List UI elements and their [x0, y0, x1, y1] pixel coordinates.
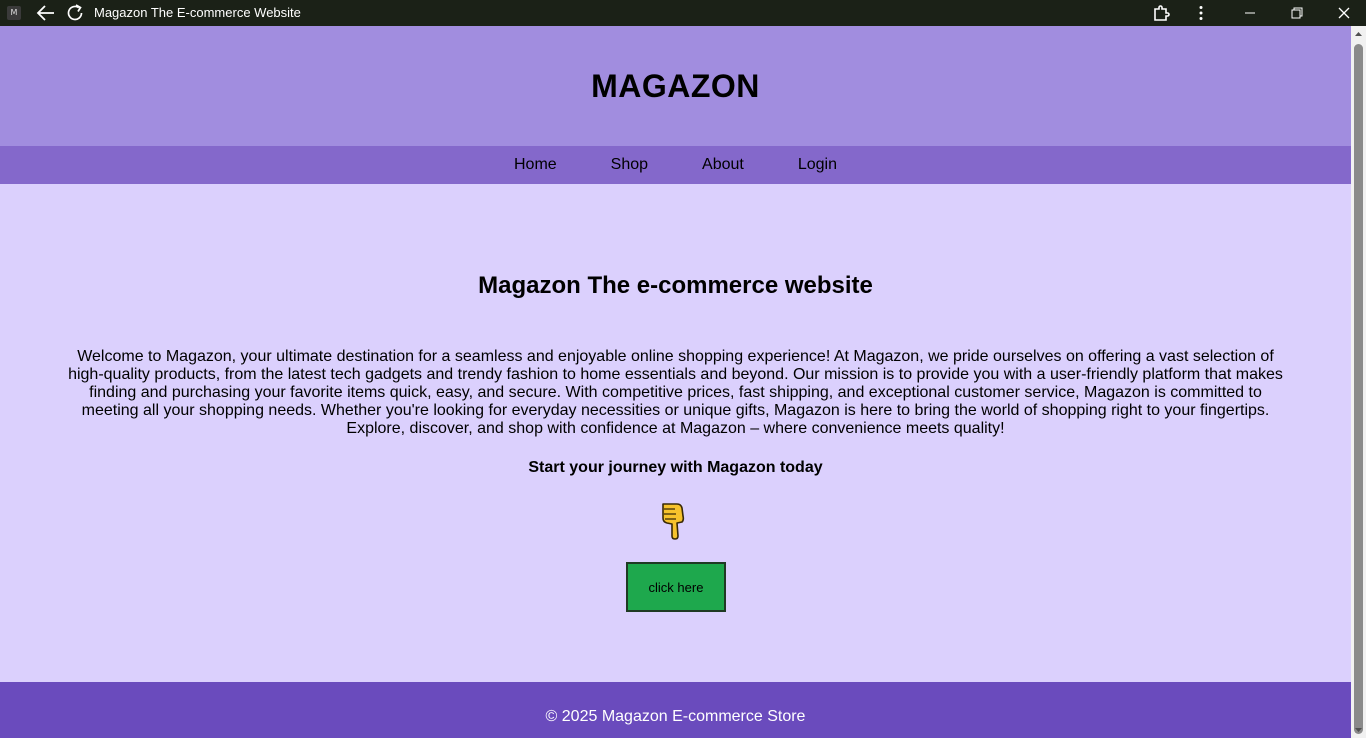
nav-link-about[interactable]: About	[702, 156, 744, 174]
scroll-thumb[interactable]	[1354, 44, 1363, 734]
scroll-up-button[interactable]	[1351, 26, 1366, 42]
nav-link-home[interactable]: Home	[514, 156, 557, 174]
puzzle-icon	[1154, 5, 1170, 21]
click-here-button[interactable]: click here	[626, 562, 726, 612]
main-content: Magazon The e-commerce website Welcome t…	[0, 184, 1351, 682]
scroll-down-button[interactable]	[1351, 722, 1366, 738]
close-button[interactable]	[1330, 0, 1358, 26]
welcome-paragraph: Welcome to Magazon, your ultimate destin…	[68, 348, 1283, 437]
scroll-down-arrow-icon	[1355, 728, 1362, 732]
site-header: MAGAZON	[0, 26, 1351, 146]
minimize-button[interactable]	[1236, 0, 1264, 26]
window-titlebar: M Magazon The E-commerce Website	[0, 0, 1366, 26]
back-arrow-icon	[36, 5, 54, 21]
pointing-down-hand-icon	[659, 500, 691, 540]
minimize-icon	[1245, 12, 1255, 14]
site-footer: © 2025 Magazon E-commerce Store	[0, 682, 1351, 738]
cta-text: Start your journey with Magazon today	[528, 459, 823, 476]
site-logo: MAGAZON	[591, 67, 760, 104]
more-vertical-icon	[1199, 6, 1203, 20]
main-nav: Home Shop About Login	[0, 146, 1351, 184]
close-icon	[1338, 7, 1350, 19]
extensions-button[interactable]	[1148, 0, 1174, 26]
restore-button[interactable]	[1283, 0, 1311, 26]
reload-icon	[67, 4, 83, 21]
more-options-button[interactable]	[1189, 0, 1213, 26]
vertical-scrollbar[interactable]	[1351, 26, 1366, 738]
reload-button[interactable]	[62, 0, 88, 26]
scroll-up-arrow-icon	[1355, 32, 1362, 36]
nav-link-shop[interactable]: Shop	[611, 156, 648, 174]
back-button[interactable]	[33, 0, 59, 26]
footer-copyright: © 2025 Magazon E-commerce Store	[545, 708, 806, 725]
restore-icon	[1291, 7, 1303, 19]
page-viewport: MAGAZON Home Shop About Login Magazon Th…	[0, 26, 1351, 738]
window-title: Magazon The E-commerce Website	[94, 5, 301, 20]
nav-link-login[interactable]: Login	[798, 156, 837, 174]
app-icon: M	[7, 6, 21, 20]
page-title: Magazon The e-commerce website	[478, 272, 873, 299]
